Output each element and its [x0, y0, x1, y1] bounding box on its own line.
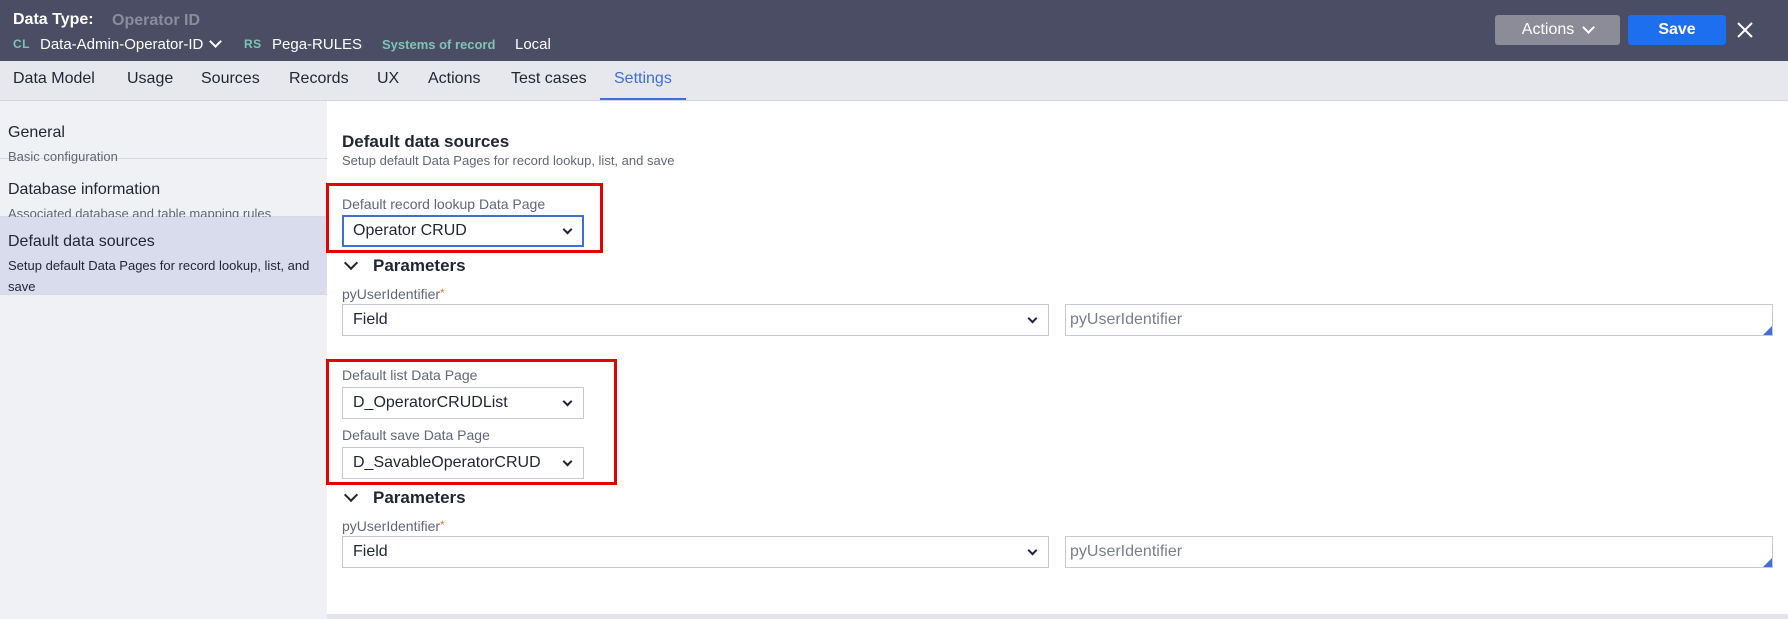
param-value-input[interactable]: pyUserIdentifier	[1065, 304, 1773, 336]
param-label: pyUserIdentifier*	[342, 286, 445, 302]
class-info: CL	[13, 34, 30, 54]
tab-records[interactable]: Records	[289, 70, 349, 88]
section-title: Default data sources	[342, 132, 510, 151]
highlight-box-lookup	[326, 183, 603, 253]
highlight-box-list-save	[326, 359, 617, 485]
sidebar-item-default-data-sources[interactable]: Default data sources Setup default Data …	[0, 217, 327, 295]
param-label: pyUserIdentifier*	[342, 518, 445, 534]
active-tab-indicator	[600, 98, 686, 100]
required-marker: *	[440, 518, 445, 532]
class-value: Data-Admin-Operator-ID	[40, 35, 204, 53]
class-selector[interactable]: Data-Admin-Operator-ID	[40, 34, 223, 54]
sor-info: Systems of record	[382, 34, 495, 54]
sidebar-item-title: Database information	[8, 181, 161, 198]
section-subtitle: Setup default Data Pages for record look…	[342, 153, 675, 168]
required-marker: *	[440, 286, 445, 300]
ruleset-tag-wrap: RS	[244, 34, 262, 54]
class-tag: CL	[13, 37, 30, 51]
app-header: Data Type: Operator ID CL Data-Admin-Ope…	[0, 0, 1788, 61]
tab-sources[interactable]: Sources	[201, 70, 260, 88]
tab-actions[interactable]: Actions	[428, 70, 480, 88]
sidebar-item-general[interactable]: General Basic configuration	[0, 101, 327, 164]
page-type-label: Data Type:	[13, 11, 94, 28]
parameters-heading: Parameters	[373, 488, 466, 507]
tab-bar: Data Model Usage Sources Records UX Acti…	[0, 61, 1788, 101]
tab-usage[interactable]: Usage	[127, 70, 173, 88]
chevron-down-icon	[1027, 313, 1038, 324]
resize-handle-icon[interactable]	[1763, 326, 1772, 335]
settings-sidebar: General Basic configuration Database inf…	[0, 101, 327, 619]
param-label-text: pyUserIdentifier	[342, 286, 441, 302]
save-button[interactable]: Save	[1628, 15, 1726, 45]
param-label-text: pyUserIdentifier	[342, 518, 441, 534]
chevron-down-icon	[209, 35, 223, 48]
tab-data-model[interactable]: Data Model	[13, 70, 95, 88]
page-type-value: Operator ID	[112, 12, 201, 29]
param-value-text: pyUserIdentifier	[1070, 311, 1183, 328]
tab-test-cases[interactable]: Test cases	[511, 70, 587, 88]
sidebar-item-database-information[interactable]: Database information Associated database…	[0, 159, 327, 221]
close-icon[interactable]	[1733, 18, 1757, 42]
bottom-divider	[327, 614, 1788, 619]
param-source-value: Field	[353, 543, 388, 560]
parameters-toggle-lookup[interactable]: Parameters	[343, 255, 466, 276]
sidebar-item-subtitle: Setup default Data Pages for record look…	[8, 258, 310, 294]
chevron-down-icon	[343, 487, 359, 503]
param-value-input[interactable]: pyUserIdentifier	[1065, 536, 1773, 568]
tab-ux[interactable]: UX	[377, 70, 399, 88]
chevron-down-icon	[1027, 545, 1038, 556]
param-source-select[interactable]: Field	[342, 536, 1049, 568]
parameters-heading: Parameters	[373, 256, 466, 275]
tab-settings[interactable]: Settings	[614, 70, 672, 88]
chevron-down-icon	[343, 255, 359, 271]
ruleset-info: Pega-RULES	[272, 34, 362, 54]
resize-handle-icon[interactable]	[1763, 558, 1772, 567]
actions-label: Actions	[1521, 21, 1575, 38]
param-source-select[interactable]: Field	[342, 304, 1049, 336]
sor-tag: Systems of record	[382, 36, 496, 52]
ruleset-tag: RS	[244, 37, 262, 51]
actions-button[interactable]: Actions	[1495, 15, 1620, 45]
param-value-text: pyUserIdentifier	[1070, 543, 1183, 560]
sidebar-item-title: Default data sources	[8, 233, 155, 250]
parameters-toggle-save[interactable]: Parameters	[343, 487, 466, 508]
ruleset-value: Pega-RULES	[272, 35, 363, 53]
sidebar-item-title: General	[8, 124, 65, 141]
sor-value: Local	[515, 35, 551, 53]
param-source-value: Field	[353, 311, 388, 328]
sor-value-wrap: Local	[515, 34, 551, 54]
chevron-down-icon	[1582, 21, 1596, 34]
